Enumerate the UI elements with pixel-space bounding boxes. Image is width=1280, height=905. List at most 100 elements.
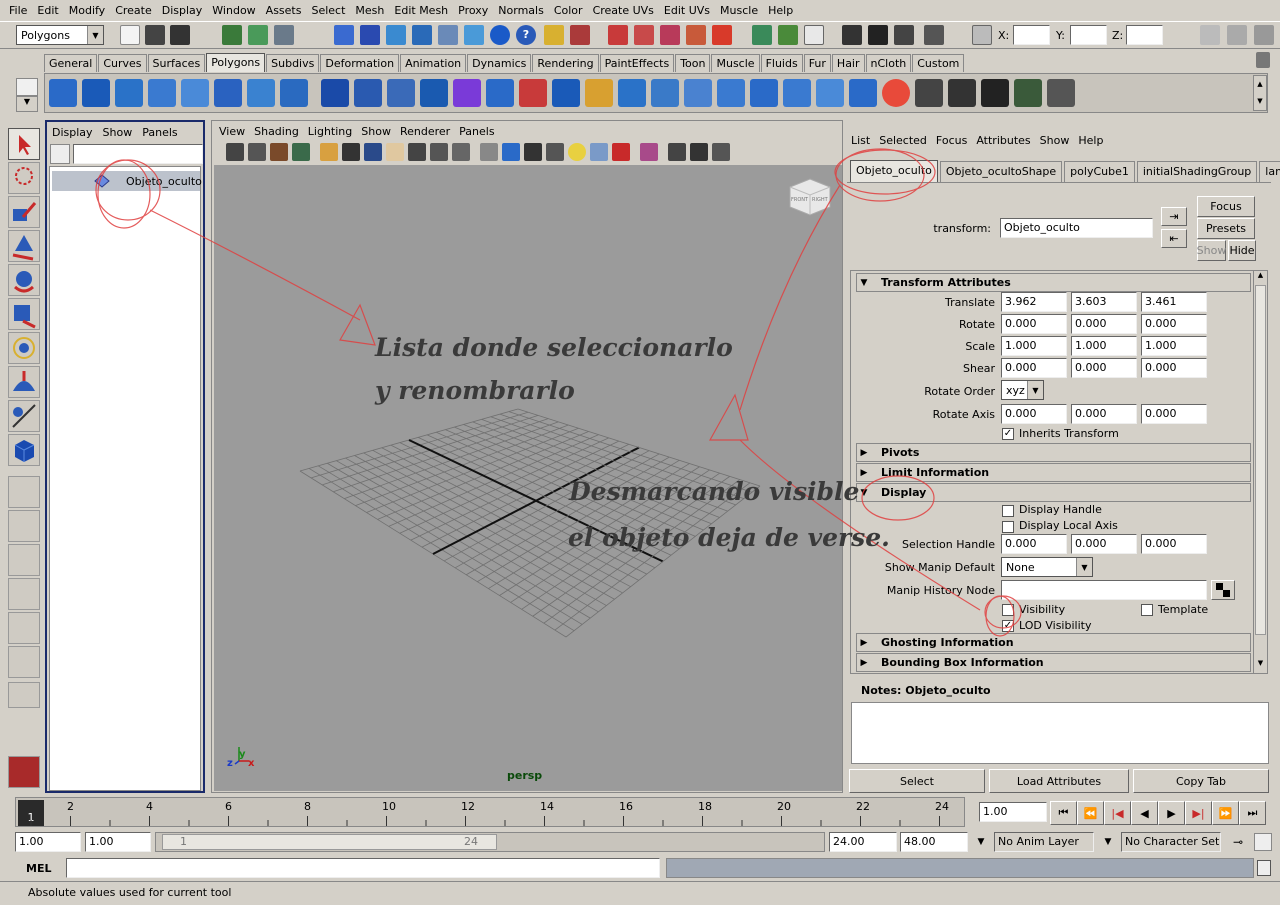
render-settings-icon[interactable] [924, 25, 944, 45]
select-by-handle-icon[interactable] [334, 25, 354, 45]
safe-action-icon[interactable] [430, 143, 448, 161]
use-all-lights-icon[interactable] [568, 143, 586, 161]
viewport-menu-renderer[interactable]: Renderer [400, 125, 450, 138]
command-language-label[interactable]: MEL [26, 862, 51, 875]
section-bounding-box-information[interactable]: ▶ Bounding Box Information [856, 653, 1251, 672]
visibility-checkbox[interactable] [1002, 604, 1014, 616]
focus-button[interactable]: Focus [1197, 196, 1255, 217]
shelf-tab-fur[interactable]: Fur [803, 53, 831, 72]
go-to-end-icon[interactable]: ⏭ [1239, 801, 1266, 825]
channel-box-toggle-icon[interactable] [1200, 25, 1220, 45]
viewport-menu-panels[interactable]: Panels [459, 125, 494, 138]
select-object-icon[interactable] [248, 25, 268, 45]
range-slider[interactable]: 1 24 [155, 832, 825, 852]
rotate-z-field[interactable]: 0.000 [1141, 314, 1207, 334]
viewport-menu-view[interactable]: View [219, 125, 245, 138]
select-by-surface-icon[interactable] [412, 25, 432, 45]
xray-joints-icon[interactable] [690, 143, 708, 161]
menu-modify[interactable]: Modify [64, 0, 110, 21]
wedge-icon[interactable] [783, 79, 811, 107]
go-to-start-icon[interactable]: ⏮ [1050, 801, 1077, 825]
outliner-item-objeto-oculto[interactable]: Objeto_oculto [52, 171, 202, 191]
merge-icon[interactable] [816, 79, 844, 107]
trash-icon[interactable] [1256, 52, 1270, 68]
translate-z-field[interactable]: 3.461 [1141, 292, 1207, 312]
output-node-icon[interactable]: ⇤ [1161, 229, 1187, 248]
average-vertices-icon[interactable] [486, 79, 514, 107]
outliner-menu-panels[interactable]: Panels [142, 126, 177, 139]
four-view-layout-icon[interactable] [8, 510, 40, 542]
ae-tab-lambert[interactable]: lambert1 [1259, 160, 1280, 182]
shear-y-field[interactable]: 0.000 [1071, 358, 1137, 378]
paint-select-tool-icon[interactable] [8, 196, 40, 228]
scale-x-field[interactable]: 1.000 [1001, 336, 1067, 356]
menu-edit-uvs[interactable]: Edit UVs [659, 0, 715, 21]
menu-edit[interactable]: Edit [32, 0, 63, 21]
select-by-dynamic-icon[interactable] [464, 25, 484, 45]
outliner-search-input[interactable] [73, 144, 203, 164]
shelf-tab-toon[interactable]: Toon [675, 53, 711, 72]
end-time-field[interactable]: 48.00 [900, 832, 968, 852]
safe-title-icon[interactable] [452, 143, 470, 161]
shear-z-field[interactable]: 0.000 [1141, 358, 1207, 378]
shelf-tab-curves[interactable]: Curves [98, 53, 147, 72]
rotate-order-select[interactable]: xyz ▼ [1001, 380, 1044, 400]
character-set-field[interactable]: No Character Set [1121, 832, 1221, 852]
section-display[interactable]: ▼ Display [856, 483, 1251, 502]
shelf-tab-custom[interactable]: Custom [912, 53, 965, 72]
rotate-axis-x-field[interactable]: 0.000 [1001, 404, 1067, 424]
ae-menu-list[interactable]: List [851, 134, 870, 147]
smooth-shade-icon[interactable] [502, 143, 520, 161]
time-slider[interactable]: 1 2 4 6 8 10 12 14 16 18 20 22 24 [15, 797, 965, 827]
separate-icon[interactable] [354, 79, 382, 107]
anim-layer-field[interactable]: No Anim Layer [994, 832, 1094, 852]
viewport-menu-lighting[interactable]: Lighting [308, 125, 352, 138]
node-name-input[interactable]: Objeto_oculto [1000, 218, 1153, 238]
poly-pipe-icon[interactable] [280, 79, 308, 107]
shelf-tab-dynamics[interactable]: Dynamics [467, 53, 532, 72]
ae-menu-show[interactable]: Show [1040, 134, 1070, 147]
manip-history-node-input[interactable] [1001, 580, 1207, 600]
gate-mask-icon[interactable] [386, 143, 404, 161]
input-connections-icon[interactable] [752, 25, 772, 45]
ae-tab-polycube[interactable]: polyCube1 [1064, 160, 1135, 182]
smooth-icon[interactable] [453, 79, 481, 107]
move-tool-icon[interactable] [8, 230, 40, 262]
menu-help[interactable]: Help [763, 0, 798, 21]
poly-cylinder-icon[interactable] [115, 79, 143, 107]
step-forward-frame-icon[interactable]: ⏩ [1212, 801, 1239, 825]
fill-hole-icon[interactable] [552, 79, 580, 107]
y-field[interactable] [1070, 25, 1107, 45]
menu-create-uvs[interactable]: Create UVs [588, 0, 659, 21]
textured-icon[interactable] [546, 143, 564, 161]
sculpt-icon[interactable] [882, 79, 910, 107]
rotate-x-field[interactable]: 0.000 [1001, 314, 1067, 334]
select-tool-icon[interactable] [8, 128, 40, 160]
bookmark-icon[interactable] [270, 143, 288, 161]
view-cube[interactable]: FRONT RIGHT [788, 177, 832, 217]
x-field[interactable] [1013, 25, 1050, 45]
uv-editor-icon[interactable] [1047, 79, 1075, 107]
shelf-tab-deformation[interactable]: Deformation [320, 53, 400, 72]
outliner-menu-display[interactable]: Display [52, 126, 93, 139]
combine-icon[interactable] [321, 79, 349, 107]
menu-mesh[interactable]: Mesh [350, 0, 389, 21]
insert-edge-loop-icon[interactable] [618, 79, 646, 107]
play-backwards-icon[interactable]: ◀ [1131, 801, 1158, 825]
bevel-icon[interactable] [750, 79, 778, 107]
automatic-map-icon[interactable] [1014, 79, 1042, 107]
xray-icon[interactable] [668, 143, 686, 161]
ae-menu-help[interactable]: Help [1078, 134, 1103, 147]
outliner-filter-icon[interactable] [50, 144, 70, 164]
snap-curve-icon[interactable] [634, 25, 654, 45]
shelf-tab-general[interactable]: General [44, 53, 98, 72]
isolate-select-icon[interactable] [640, 143, 658, 161]
poly-torus-icon[interactable] [214, 79, 242, 107]
shelf-tab-ncloth[interactable]: nCloth [865, 53, 912, 72]
preferences-icon[interactable] [1254, 833, 1272, 851]
template-checkbox[interactable] [1141, 604, 1153, 616]
image-plane-icon[interactable] [292, 143, 310, 161]
hide-button[interactable]: Hide [1228, 240, 1256, 261]
rotate-y-field[interactable]: 0.000 [1071, 314, 1137, 334]
graph-persp-layout-icon[interactable] [8, 578, 40, 610]
